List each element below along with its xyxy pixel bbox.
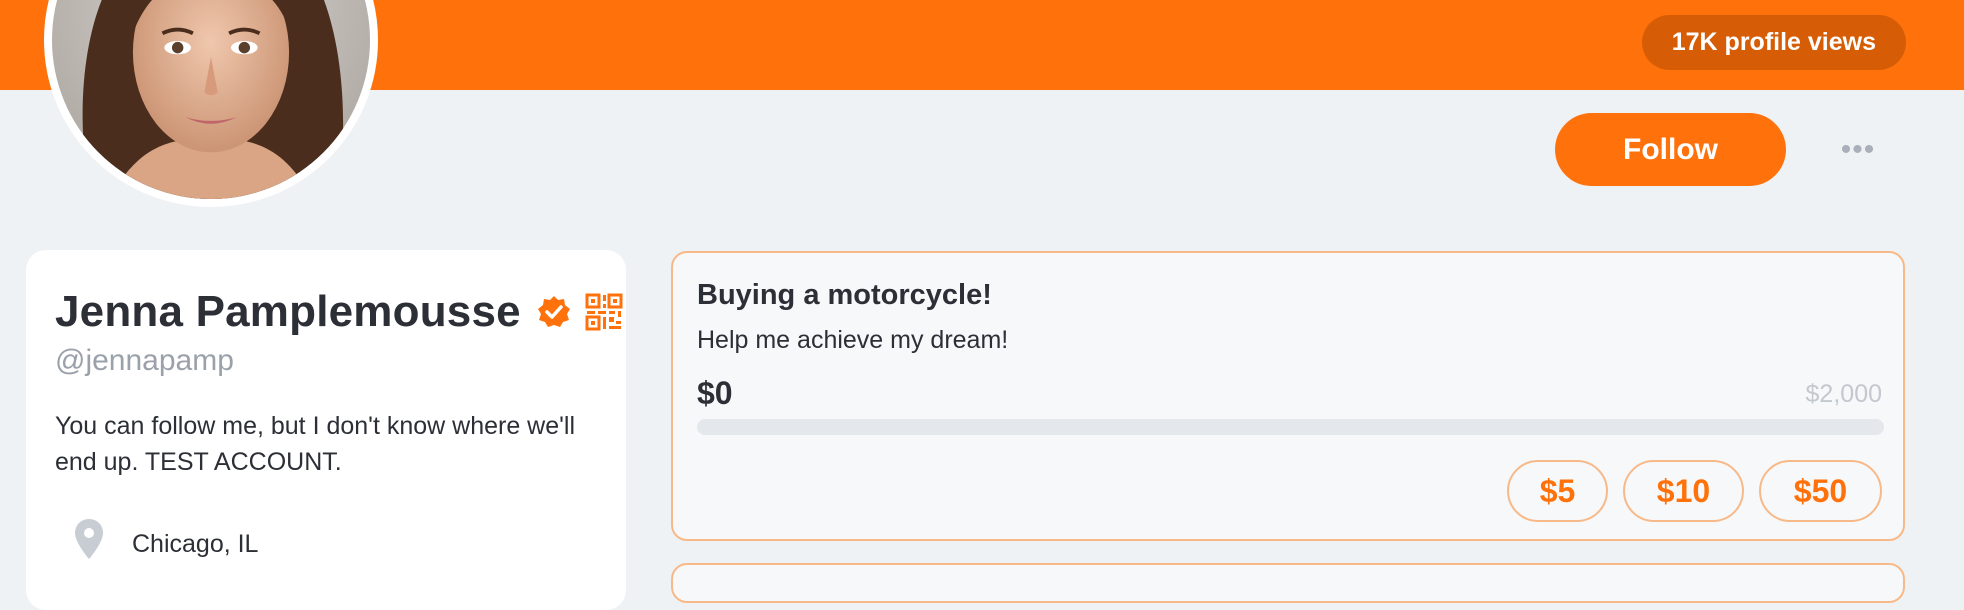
tip-amount-buttons: $5 $10 $50 <box>1507 460 1882 522</box>
goal-title: Buying a motorcycle! <box>697 279 992 311</box>
goal-target-amount: $2,000 <box>1805 380 1882 408</box>
goal-subtitle: Help me achieve my dream! <box>697 326 1009 354</box>
goal-raised-amount: $0 <box>697 375 733 411</box>
qr-code-icon[interactable] <box>585 293 623 331</box>
user-avatar-photo <box>52 0 370 199</box>
next-goal-card <box>671 563 1905 603</box>
profile-bio: You can follow me, but I don't know wher… <box>55 412 576 476</box>
funding-goal-card: Buying a motorcycle! Help me achieve my … <box>671 251 1905 541</box>
profile-handle: @jennapamp <box>55 344 234 377</box>
tip-10-button[interactable]: $10 <box>1623 460 1744 522</box>
tip-50-button[interactable]: $50 <box>1759 460 1882 522</box>
goal-progress-bar <box>697 419 1884 435</box>
profile-views-badge: 17K profile views <box>1641 15 1906 70</box>
profile-location: Chicago, IL <box>132 530 259 558</box>
follow-button[interactable]: Follow <box>1555 113 1786 186</box>
name-row: Jenna Pamplemousse <box>55 287 623 337</box>
more-dots-icon: ••• <box>1840 133 1876 166</box>
more-options-button[interactable]: ••• <box>1838 130 1878 170</box>
map-pin-icon <box>75 519 103 559</box>
profile-name: Jenna Pamplemousse <box>55 287 521 336</box>
verified-badge-icon <box>537 296 570 327</box>
tip-5-button[interactable]: $5 <box>1507 460 1608 522</box>
profile-card: Jenna Pamplemousse @jennapamp You can fo… <box>26 250 626 610</box>
avatar[interactable] <box>44 0 378 207</box>
